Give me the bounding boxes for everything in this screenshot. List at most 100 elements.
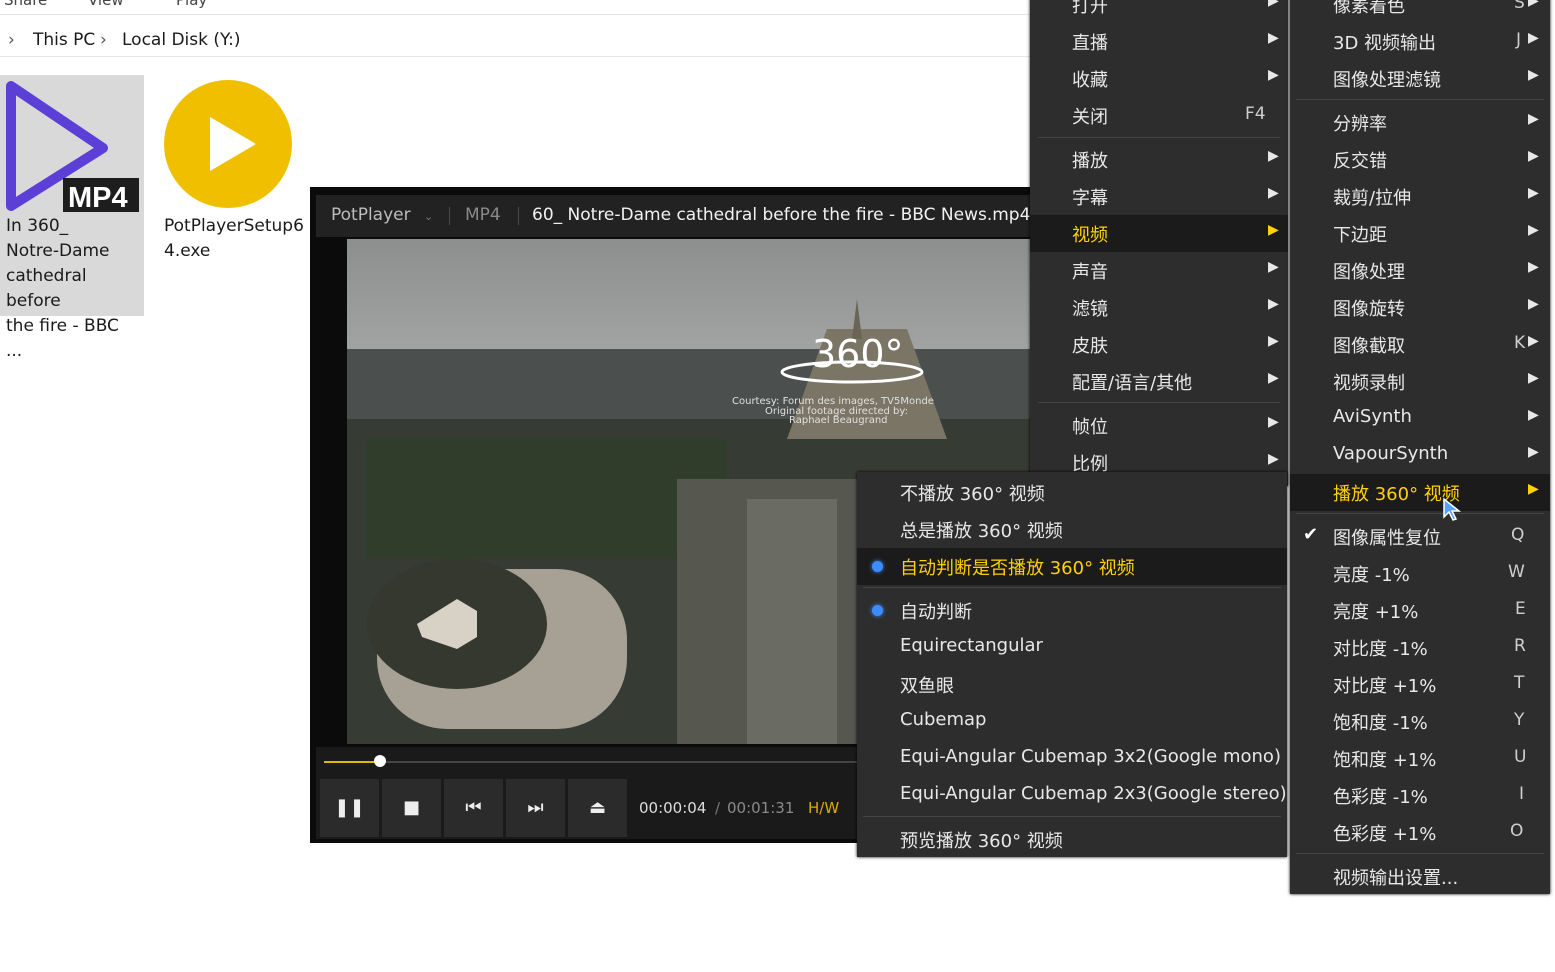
- breadcrumb[interactable]: › This PC › Local Disk (Y:): [0, 22, 1030, 57]
- menu-item-image-rotate[interactable]: 图像旋转 ▶: [1290, 289, 1550, 326]
- menu-item-audio[interactable]: 声音 ▶: [1030, 252, 1288, 289]
- breadcrumb-this-pc[interactable]: This PC: [33, 30, 95, 50]
- pause-button[interactable]: ❚❚: [320, 779, 379, 837]
- menu-item-brightness-up[interactable]: 亮度 +1% E: [1290, 592, 1550, 629]
- svg-text:MP4: MP4: [68, 182, 128, 212]
- menu-item-image-capture[interactable]: 图像截取 K ▶: [1290, 326, 1550, 363]
- submenu-arrow-icon: ▶: [1528, 148, 1539, 164]
- menu-item-always-360[interactable]: 总是播放 360° 视频: [857, 511, 1287, 548]
- mp4-video-file-icon: MP4: [6, 81, 139, 212]
- submenu-arrow-icon: ▶: [1528, 370, 1539, 386]
- submenu-arrow-icon: ▶: [1528, 30, 1539, 46]
- menu-item-eac-3x2[interactable]: Equi-Angular Cubemap 3x2(Google mono): [857, 740, 1287, 777]
- menu-item-resolution[interactable]: 分辨率 ▶: [1290, 104, 1550, 141]
- submenu-arrow-icon: ▶: [1528, 333, 1539, 349]
- submenu-arrow-icon: ▶: [1528, 111, 1539, 127]
- menu-item-hue-up[interactable]: 色彩度 +1% O: [1290, 814, 1550, 851]
- chevron-right-icon: ›: [100, 30, 107, 50]
- radio-selected-icon: [872, 605, 883, 616]
- menu-item-preview-360[interactable]: 预览播放 360° 视频: [857, 821, 1287, 858]
- menu-item-config[interactable]: 配置/语言/其他 ▶: [1030, 363, 1288, 400]
- menu-item-skins[interactable]: 皮肤 ▶: [1030, 326, 1288, 363]
- menu-item-auto-detect[interactable]: 自动判断: [857, 592, 1287, 629]
- menu-item-auto-360[interactable]: 自动判断是否播放 360° 视频: [857, 548, 1287, 585]
- menu-item-crop-stretch[interactable]: 裁剪/拉伸 ▶: [1290, 178, 1550, 215]
- next-button[interactable]: ⏭: [506, 779, 565, 837]
- file-item-exe[interactable]: PotPlayerSetup6 4.exe: [158, 75, 304, 316]
- ribbon-tab-view[interactable]: View: [88, 0, 124, 9]
- submenu-arrow-icon: ▶: [1528, 185, 1539, 201]
- chevron-right-icon: ›: [8, 30, 15, 50]
- menu-item-video[interactable]: 视频 ▶: [1030, 215, 1288, 252]
- menu-item-contrast-up[interactable]: 对比度 +1% T: [1290, 666, 1550, 703]
- menu-item-video-output-settings[interactable]: 视频输出设置...: [1290, 858, 1550, 895]
- menu-item-image-filters[interactable]: 图像处理滤镜 ▶: [1290, 60, 1550, 97]
- submenu-arrow-icon: ▶: [1528, 296, 1539, 312]
- menu-item-image-processing[interactable]: 图像处理 ▶: [1290, 252, 1550, 289]
- submenu-arrow-icon: ▶: [1528, 222, 1539, 238]
- menu-item-live[interactable]: 直播 ▶: [1030, 23, 1288, 60]
- breadcrumb-local-disk[interactable]: Local Disk (Y:): [122, 30, 241, 50]
- menu-item-play-360-video[interactable]: 播放 360° 视频 ▶: [1290, 474, 1550, 511]
- pause-icon: ❚❚: [334, 797, 365, 818]
- submenu-arrow-icon: ▶: [1268, 0, 1279, 9]
- menu-item-saturation-up[interactable]: 饱和度 +1% U: [1290, 740, 1550, 777]
- stop-button[interactable]: ■: [382, 779, 441, 837]
- submenu-arrow-icon: ▶: [1268, 30, 1279, 46]
- menu-item-filters[interactable]: 滤镜 ▶: [1030, 289, 1288, 326]
- menu-item-favorites[interactable]: 收藏 ▶: [1030, 60, 1288, 97]
- menu-item-eac-2x3[interactable]: Equi-Angular Cubemap 2x3(Google stereo): [857, 777, 1287, 814]
- play-360-submenu: 不播放 360° 视频 总是播放 360° 视频 自动判断是否播放 360° 视…: [857, 472, 1287, 857]
- file-item-mp4[interactable]: MP4 In 360_ Notre-Dame cathedral before …: [0, 75, 144, 361]
- seek-handle[interactable]: [374, 755, 386, 767]
- menu-item-close[interactable]: 关闭 F4: [1030, 97, 1288, 134]
- submenu-arrow-icon: ▶: [1268, 333, 1279, 349]
- menu-item-3d-output[interactable]: 3D 视频输出 J ▶: [1290, 23, 1550, 60]
- menu-item-open[interactable]: 打开 ▶: [1030, 0, 1288, 23]
- submenu-arrow-icon: ▶: [1528, 481, 1539, 497]
- video-title: 60_ Notre-Dame cathedral before the fire…: [532, 205, 1031, 225]
- menu-item-hue-down[interactable]: 色彩度 -1% I: [1290, 777, 1550, 814]
- menu-item-reset-image[interactable]: ✔ 图像属性复位 Q: [1290, 518, 1550, 555]
- menu-item-avisynth[interactable]: AviSynth ▶: [1290, 400, 1550, 437]
- submenu-arrow-icon: ▶: [1528, 67, 1539, 83]
- previous-button[interactable]: ⏮: [444, 779, 503, 837]
- menu-item-playback[interactable]: 播放 ▶: [1030, 141, 1288, 178]
- menu-item-frame[interactable]: 帧位 ▶: [1030, 407, 1288, 444]
- app-menu-button[interactable]: PotPlayer ⌄: [331, 205, 433, 225]
- menu-item-brightness-down[interactable]: 亮度 -1% W: [1290, 555, 1550, 592]
- menu-item-dual-fisheye[interactable]: 双鱼眼: [857, 666, 1287, 703]
- player-title-bar[interactable]: PotPlayer ⌄ MP4 60_ Notre-Dame cathedral…: [316, 195, 1030, 237]
- menu-item-pixel-shader[interactable]: 像素着色 S ▶: [1290, 0, 1550, 23]
- submenu-arrow-icon: ▶: [1268, 67, 1279, 83]
- potplayer-setup-icon: [164, 80, 292, 208]
- time-total[interactable]: 00:01:31: [727, 799, 794, 817]
- submenu-arrow-icon: ▶: [1268, 259, 1279, 275]
- menu-item-no-360[interactable]: 不播放 360° 视频: [857, 474, 1287, 511]
- menu-item-deinterlace[interactable]: 反交错 ▶: [1290, 141, 1550, 178]
- menu-item-cubemap[interactable]: Cubemap: [857, 703, 1287, 740]
- time-separator: /: [715, 799, 721, 817]
- checkmark-icon: ✔: [1303, 524, 1319, 545]
- time-current: 00:00:04: [639, 799, 707, 817]
- hw-decoder-badge[interactable]: H/W: [808, 799, 839, 817]
- stop-icon: ■: [402, 797, 420, 818]
- menu-item-vapoursynth[interactable]: VapourSynth ▶: [1290, 437, 1550, 474]
- main-context-menu: 打开 ▶ 直播 ▶ 收藏 ▶ 关闭 F4 播放 ▶ 字幕 ▶ 视频 ▶ 声音 ▶ 滤镜 ▶ 皮肤 ▶…: [1030, 0, 1288, 486]
- menu-item-equirectangular[interactable]: Equirectangular: [857, 629, 1287, 666]
- submenu-arrow-icon: ▶: [1268, 451, 1279, 467]
- submenu-arrow-icon: ▶: [1268, 296, 1279, 312]
- ribbon-tab-play[interactable]: Play: [176, 0, 207, 9]
- menu-item-subtitles[interactable]: 字幕 ▶: [1030, 178, 1288, 215]
- explorer-ribbon: Share View Play: [0, 0, 1030, 15]
- previous-icon: ⏮: [465, 797, 482, 818]
- menu-item-saturation-down[interactable]: 饱和度 -1% Y: [1290, 703, 1550, 740]
- svg-text:Raphael Beaugrand: Raphael Beaugrand: [789, 415, 888, 426]
- next-icon: ⏭: [527, 797, 544, 818]
- menu-item-contrast-down[interactable]: 对比度 -1% R: [1290, 629, 1550, 666]
- ribbon-tab-share[interactable]: Share: [4, 0, 47, 9]
- menu-item-bottom-margin[interactable]: 下边距 ▶: [1290, 215, 1550, 252]
- eject-button[interactable]: ⏏: [568, 779, 627, 837]
- menu-item-video-record[interactable]: 视频录制 ▶: [1290, 363, 1550, 400]
- submenu-arrow-icon: ▶: [1528, 0, 1539, 9]
